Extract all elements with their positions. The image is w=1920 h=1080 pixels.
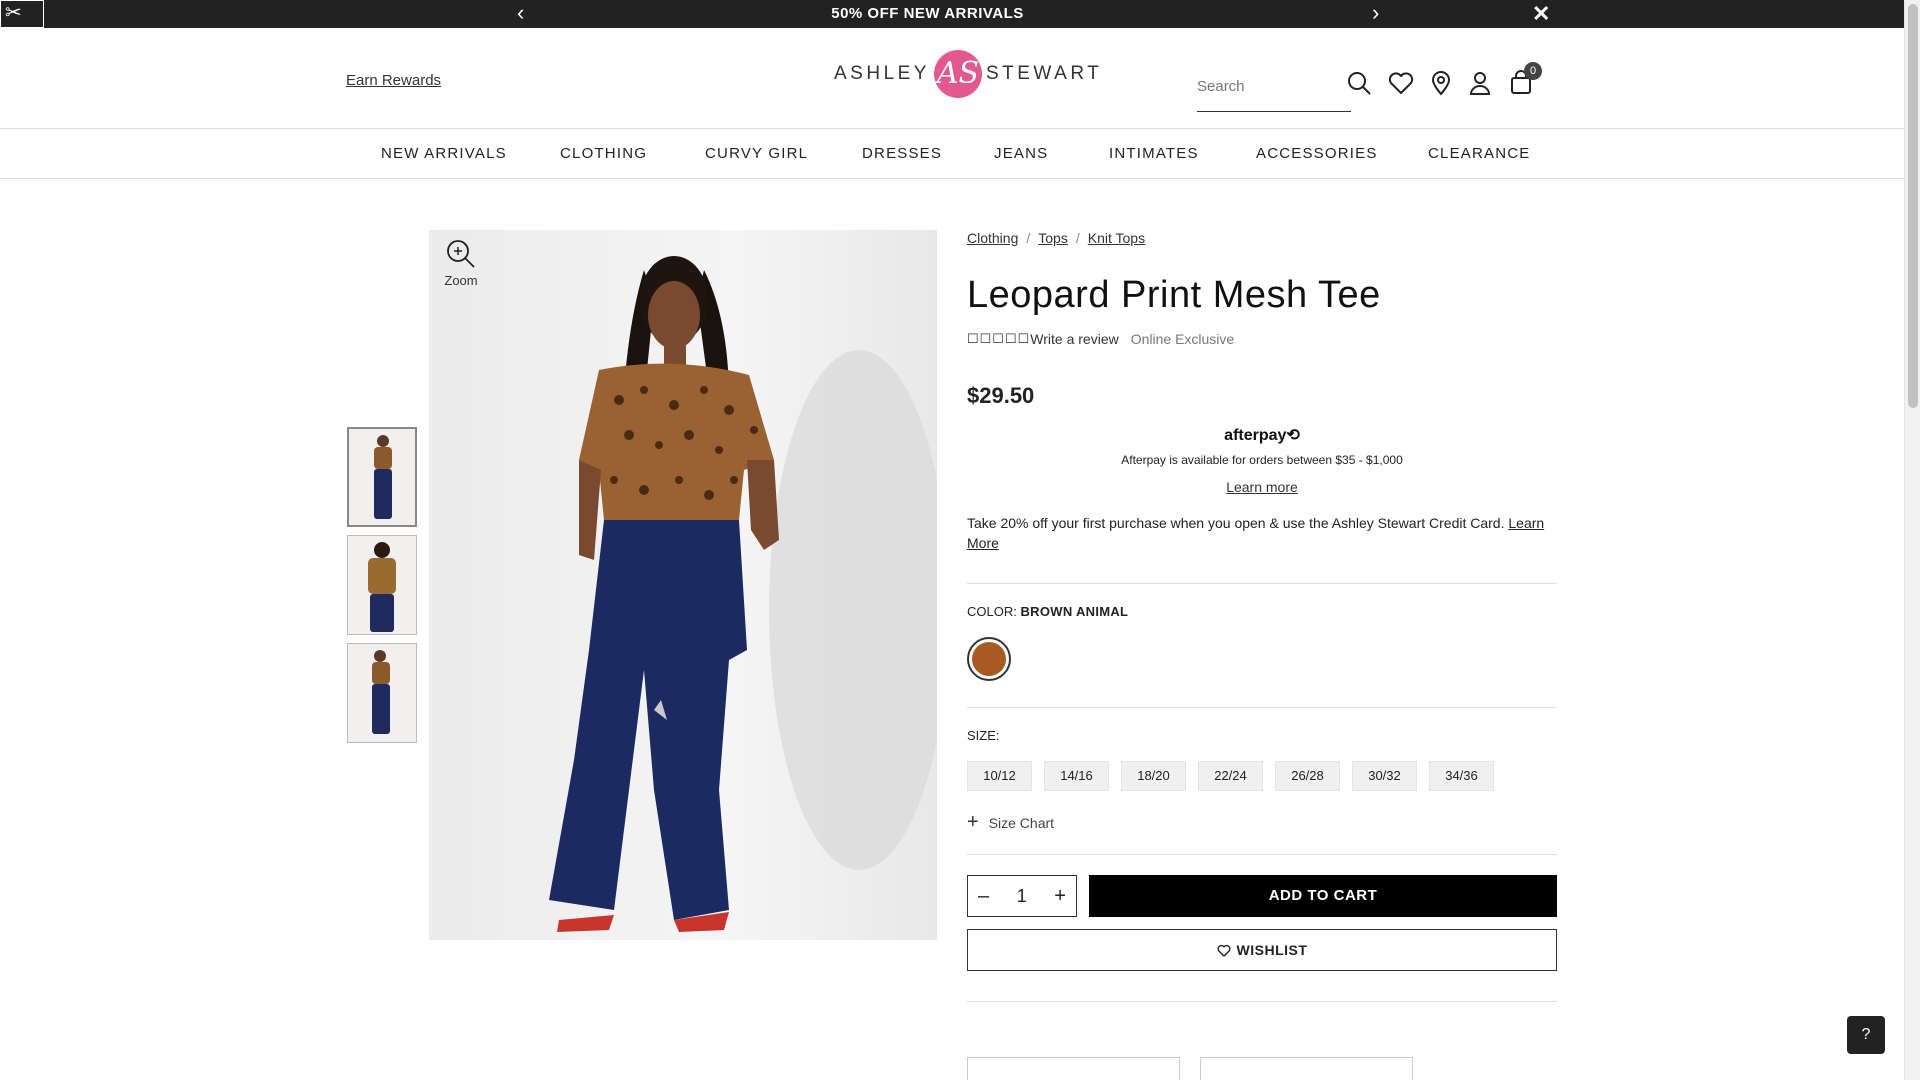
site-header: Earn Rewards ASHLEY AS STEWART 0	[0, 28, 1904, 129]
write-review-link[interactable]: Write a review	[1030, 331, 1118, 347]
wishlist-button[interactable]: WISHLIST	[967, 929, 1557, 971]
nav-jeans[interactable]: JEANS	[994, 129, 1048, 179]
color-value: BROWN ANIMAL	[1020, 604, 1129, 619]
heart-icon	[1217, 944, 1231, 957]
afterpay-text: Afterpay is available for orders between…	[1121, 453, 1403, 467]
product-price: $29.50	[967, 383, 1035, 408]
product-thumbnail[interactable]	[347, 535, 417, 635]
divider	[967, 707, 1557, 708]
info-tab-box[interactable]	[967, 1057, 1180, 1080]
size-option[interactable]: 34/36	[1429, 761, 1494, 791]
logo-right-text: STEWART	[985, 63, 1103, 84]
nav-clearance[interactable]: CLEARANCE	[1428, 129, 1531, 179]
size-option[interactable]: 18/20	[1121, 761, 1186, 791]
nav-accessories[interactable]: ACCESSORIES	[1256, 129, 1378, 179]
product-info: Clothing / Tops / Knit Tops Leopard Print Me…	[967, 230, 1557, 1002]
nav-curvy-girl[interactable]: CURVY GIRL	[705, 129, 808, 179]
thumbnail-image	[368, 542, 396, 632]
logo-monogram: AS	[933, 50, 982, 98]
cart-button[interactable]: 0	[1506, 62, 1542, 98]
help-button[interactable]: ?	[1847, 1016, 1885, 1054]
nav-dresses[interactable]: DRESSES	[862, 129, 942, 179]
info-tab-box[interactable]	[1200, 1057, 1413, 1080]
thumbnail-image	[372, 650, 390, 734]
size-option[interactable]: 22/24	[1198, 761, 1263, 791]
afterpay-learn-more-link[interactable]: Learn more	[1226, 479, 1298, 495]
breadcrumb-clothing[interactable]: Clothing	[967, 230, 1018, 246]
promo-next-button[interactable]: ›	[1372, 0, 1379, 28]
size-option[interactable]: 30/32	[1352, 761, 1417, 791]
product-meta: ☐☐☐☐☐ Write a review Online Exclusive	[967, 331, 1557, 347]
color-label-text: COLOR:	[967, 604, 1017, 619]
color-swatch-brown-animal[interactable]	[967, 637, 1011, 681]
promo-prev-button[interactable]: ‹	[517, 0, 524, 28]
swatch-fill	[972, 642, 1006, 676]
credit-card-text: Take 20% off your first purchase when yo…	[967, 515, 1505, 531]
credit-card-promo: Take 20% off your first purchase when yo…	[967, 513, 1557, 553]
logo-left-text: ASHLEY	[834, 63, 930, 84]
cart-count-badge: 0	[1524, 62, 1542, 80]
afterpay-block: afterpay⟲ Afterpay is available for orde…	[967, 425, 1557, 497]
add-to-cart-button[interactable]: ADD TO CART	[1089, 875, 1557, 917]
page-scrollbar[interactable]	[1904, 0, 1920, 1080]
divider	[967, 583, 1557, 584]
size-option[interactable]: 14/16	[1044, 761, 1109, 791]
breadcrumb-separator: /	[1026, 230, 1031, 246]
quantity-stepper: – 1 +	[967, 875, 1077, 917]
search-input[interactable]	[1197, 66, 1347, 106]
breadcrumb-knit-tops[interactable]: Knit Tops	[1088, 230, 1145, 246]
search-icon[interactable]	[1344, 68, 1374, 98]
promo-close-button[interactable]: ✕	[1532, 0, 1550, 28]
product-thumbnail[interactable]	[347, 643, 417, 743]
nav-new-arrivals[interactable]: NEW ARRIVALS	[381, 129, 507, 179]
rating-stars: ☐☐☐☐☐	[967, 331, 1031, 346]
main-nav: NEW ARRIVALS CLOTHING CURVY GIRL DRESSES…	[0, 129, 1904, 179]
afterpay-logo: afterpay⟲	[1224, 427, 1300, 444]
color-label: COLOR: BROWN ANIMAL	[967, 604, 1557, 619]
plus-icon: +	[967, 811, 979, 833]
breadcrumb: Clothing / Tops / Knit Tops	[967, 230, 1557, 246]
breadcrumb-tops[interactable]: Tops	[1038, 230, 1068, 246]
product-thumbnail[interactable]	[347, 427, 417, 527]
nav-intimates[interactable]: INTIMATES	[1109, 129, 1199, 179]
promo-bar: ✂ ‹ 50% OFF NEW ARRIVALS › ✕	[0, 0, 1904, 28]
nav-clothing[interactable]: CLOTHING	[560, 129, 647, 179]
size-label: SIZE:	[967, 728, 1000, 743]
size-option[interactable]: 26/28	[1275, 761, 1340, 791]
quantity-value[interactable]: 1	[1017, 886, 1027, 907]
location-pin-icon[interactable]	[1426, 68, 1456, 98]
purchase-actions: – 1 + ADD TO CART	[967, 875, 1557, 917]
earn-rewards-link[interactable]: Earn Rewards	[346, 72, 441, 89]
size-chart-toggle[interactable]: + Size Chart	[967, 811, 1557, 834]
size-chart-label: Size Chart	[988, 814, 1055, 831]
devtools-icon[interactable]: ✂	[0, 0, 44, 28]
wishlist-label: WISHLIST	[1236, 942, 1308, 958]
promo-message[interactable]: 50% OFF NEW ARRIVALS	[600, 0, 1255, 28]
thumbnail-image	[374, 435, 392, 519]
heart-icon[interactable]	[1386, 68, 1416, 98]
size-option[interactable]: 10/12	[967, 761, 1032, 791]
online-exclusive-label: Online Exclusive	[1130, 331, 1235, 347]
help-icon: ?	[1861, 1026, 1871, 1043]
size-options: 10/12 14/16 18/20 22/24 26/28 30/32 34/3…	[967, 761, 1557, 791]
divider	[967, 854, 1557, 855]
breadcrumb-separator: /	[1075, 230, 1080, 246]
model-illustration	[549, 256, 937, 932]
divider	[967, 1001, 1557, 1002]
product-title: Leopard Print Mesh Tee	[967, 274, 1381, 316]
account-icon[interactable]	[1465, 68, 1495, 98]
site-logo[interactable]: ASHLEY AS STEWART	[834, 50, 1102, 98]
product-main-image[interactable]: Zoom	[429, 230, 937, 940]
search-field	[1197, 66, 1351, 112]
scrollbar-thumb[interactable]	[1908, 4, 1918, 408]
quantity-increase-button[interactable]: +	[1054, 885, 1066, 908]
quantity-decrease-button[interactable]: –	[978, 885, 989, 908]
